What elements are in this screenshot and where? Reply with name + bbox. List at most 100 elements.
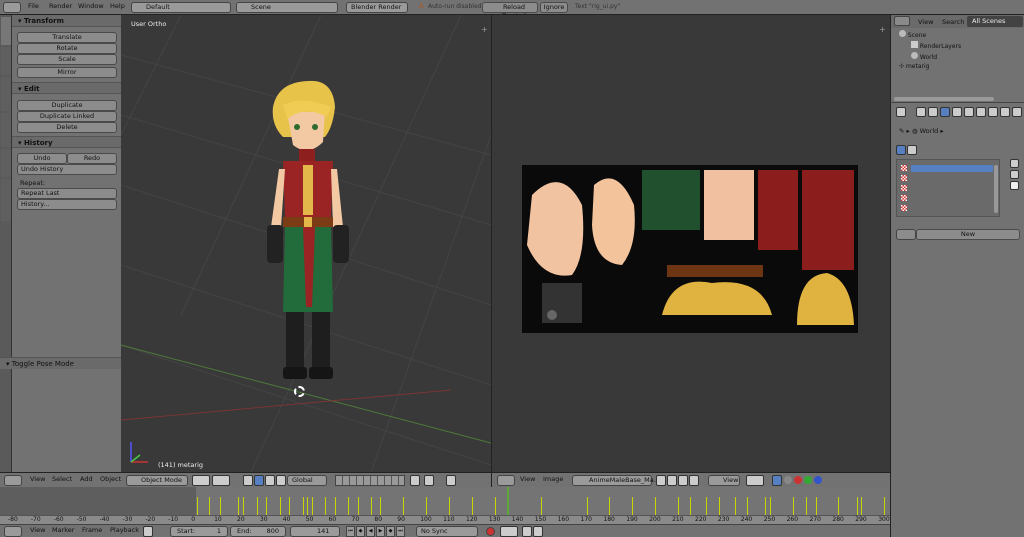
fake-user-icon[interactable] [656, 475, 666, 486]
checkbox-icon[interactable] [1010, 181, 1019, 190]
texture-browse-icon[interactable] [896, 229, 916, 240]
menu-file[interactable]: File [28, 2, 39, 10]
channel-blue-icon[interactable] [814, 476, 822, 484]
menu-render[interactable]: Render [49, 2, 72, 10]
object-tab-icon[interactable] [952, 107, 962, 117]
editor-type-icon[interactable] [4, 475, 22, 486]
tab-search[interactable]: Search [942, 18, 964, 26]
operator-panel-header[interactable]: ▾ Toggle Pose Mode [0, 357, 121, 369]
end-frame-field[interactable]: End: 800 [230, 526, 286, 537]
tab-view[interactable]: View [918, 18, 933, 26]
delete-key-icon[interactable] [533, 526, 543, 537]
scene-select[interactable]: Scene [236, 2, 338, 13]
insert-key-icon[interactable] [522, 526, 532, 537]
split-corner-icon[interactable]: + [481, 25, 488, 34]
delete-button[interactable]: Delete [17, 122, 117, 133]
3d-cursor[interactable] [294, 386, 305, 397]
new-image-icon[interactable] [667, 475, 677, 486]
timeline-area[interactable] [0, 487, 890, 515]
redo-button[interactable]: Redo [67, 153, 117, 164]
all-scenes-select[interactable]: All Scenes [967, 16, 1023, 27]
constraints-tab-icon[interactable] [964, 107, 974, 117]
menu-image[interactable]: Image [543, 475, 563, 483]
menu-frame[interactable]: Frame [82, 526, 102, 534]
transform-panel-header[interactable]: ▾ Transform [12, 15, 121, 27]
render-layers-tab-icon[interactable] [916, 107, 926, 117]
menu-marker[interactable]: Marker [52, 526, 74, 534]
translate-manip-icon[interactable] [254, 475, 264, 486]
undo-button[interactable]: Undo [17, 153, 67, 164]
rotate-button[interactable]: Rotate [17, 43, 117, 54]
menu-playback[interactable]: Playback [110, 526, 139, 534]
mode-select[interactable]: Object Mode [126, 475, 188, 486]
modifiers-tab-icon[interactable] [976, 107, 986, 117]
history-button[interactable]: History... [17, 199, 117, 210]
texture-type-brush-icon[interactable] [907, 145, 917, 155]
split-corner-icon[interactable]: + [879, 25, 886, 34]
texture-tab-icon[interactable] [1000, 107, 1010, 117]
jump-start-icon[interactable]: ⏮ [346, 526, 355, 537]
outliner-item-world[interactable]: World [911, 52, 937, 61]
translate-button[interactable]: Translate [17, 32, 117, 43]
new-texture-button[interactable]: New [916, 229, 1020, 240]
editor-type-icon[interactable] [894, 16, 910, 26]
orientation-select[interactable]: Global [287, 475, 327, 486]
jump-key-forward-icon[interactable]: ◆ [386, 526, 395, 537]
reload-trusted-button[interactable]: Reload Trusted [482, 2, 538, 20]
move-up-icon[interactable] [1010, 159, 1019, 168]
list-scrollbar[interactable] [994, 165, 998, 213]
play-reverse-icon[interactable]: ◀ [366, 526, 375, 537]
rotate-manip-icon[interactable] [265, 475, 275, 486]
tab-grease-pencil[interactable] [1, 179, 11, 221]
manipulator-icon[interactable] [243, 475, 253, 486]
jump-end-icon[interactable]: ⏭ [396, 526, 405, 537]
menu-view[interactable]: View [520, 475, 535, 483]
tab-tools[interactable] [1, 17, 11, 45]
open-image-icon[interactable] [678, 475, 688, 486]
undo-history-button[interactable]: Undo History [17, 164, 117, 175]
duplicate-linked-button[interactable]: Duplicate Linked [17, 111, 117, 122]
uv-sync-icon[interactable] [772, 475, 782, 486]
outliner-scrollbar[interactable] [894, 97, 994, 101]
scene-tab-icon[interactable] [928, 107, 938, 117]
tab-animation[interactable] [1, 113, 11, 147]
move-down-icon[interactable] [1010, 170, 1019, 179]
tab-relations[interactable] [1, 77, 11, 111]
image-editor[interactable]: + + [491, 15, 890, 472]
play-icon[interactable]: ▶ [376, 526, 385, 537]
sync-select[interactable]: No Sync [416, 526, 478, 537]
mirror-button[interactable]: Mirror [17, 67, 117, 78]
jump-key-back-icon[interactable]: ◆ [356, 526, 365, 537]
menu-view[interactable]: View [30, 526, 45, 534]
menu-object[interactable]: Object [100, 475, 121, 483]
render-preview-icon[interactable] [446, 475, 456, 486]
scale-button[interactable]: Scale [17, 54, 117, 65]
texture-type-world-icon[interactable] [896, 145, 906, 155]
tab-physics[interactable] [1, 149, 11, 177]
image-browse-select[interactable]: AnimeMaleBase_Ma... [572, 475, 660, 486]
data-tab-icon[interactable] [988, 107, 998, 117]
split-corner-icon[interactable]: + [492, 25, 493, 34]
menu-window[interactable]: Window [78, 2, 104, 10]
menu-help[interactable]: Help [110, 2, 125, 10]
scale-manip-icon[interactable] [276, 475, 286, 486]
channel-green-icon[interactable] [804, 476, 812, 484]
current-frame-field[interactable]: 141 [290, 526, 340, 537]
3d-viewport[interactable]: User Ortho (141) metarig + [121, 15, 491, 472]
channel-rgb-icon[interactable] [784, 476, 792, 484]
editor-type-icon[interactable] [497, 475, 515, 486]
snap-icon[interactable] [424, 475, 434, 486]
channel-red-icon[interactable] [794, 476, 802, 484]
editor-type-icon[interactable] [3, 2, 21, 13]
texture-slot-list[interactable] [896, 159, 1000, 217]
pin-icon[interactable]: ✎ [899, 127, 904, 135]
record-icon[interactable] [486, 527, 495, 536]
texture-slot-selected[interactable] [911, 165, 993, 172]
menu-add[interactable]: Add [80, 475, 93, 483]
layer-buttons[interactable] [335, 475, 405, 486]
tab-create[interactable] [1, 47, 11, 75]
menu-select[interactable]: Select [52, 475, 72, 483]
duplicate-button[interactable]: Duplicate [17, 100, 117, 111]
outliner-item-scene[interactable]: Scene [899, 30, 926, 39]
pivot-point-icon[interactable] [212, 475, 230, 486]
